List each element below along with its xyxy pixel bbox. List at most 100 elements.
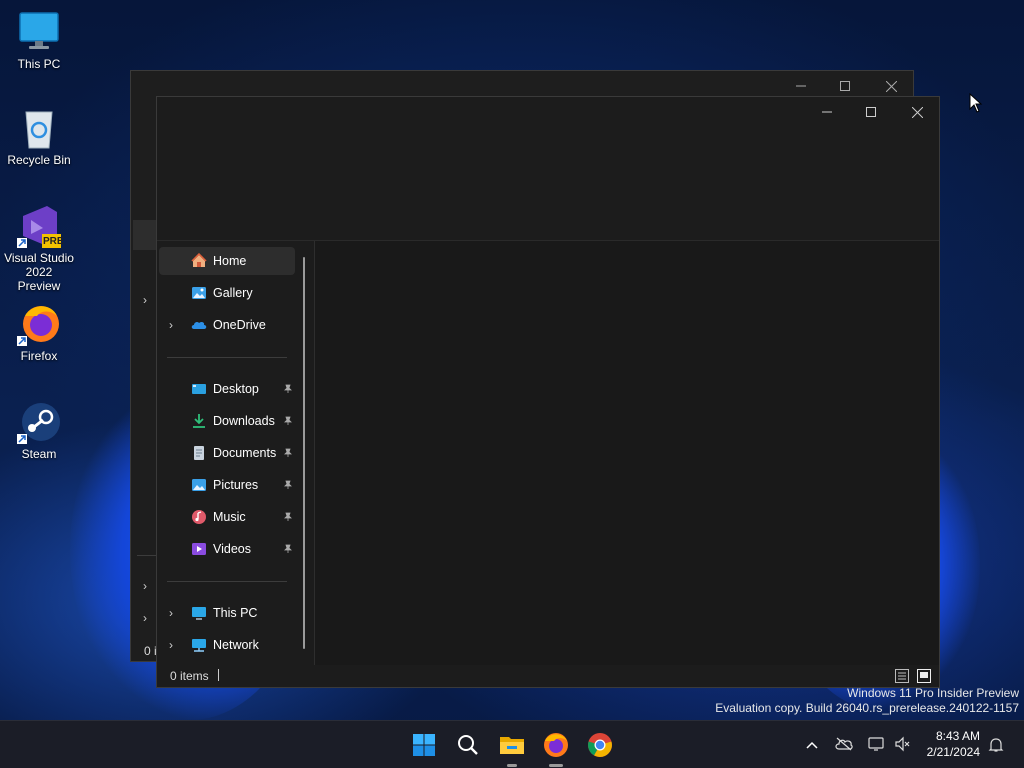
close-icon [911,106,923,118]
nav-item-label: Network [213,638,259,652]
notification-bell-icon[interactable] [988,737,1004,753]
nav-item-label: Videos [213,542,251,556]
taskbar-firefox[interactable] [540,729,572,767]
item-count: 0 items [170,669,209,683]
minimize-icon [796,85,806,87]
nav-item-gallery[interactable]: Gallery [159,279,295,307]
nav-item-onedrive[interactable]: › OneDrive [159,311,295,339]
volume-muted-icon[interactable] [894,736,910,752]
file-explorer-icon [500,737,524,754]
pin-icon[interactable] [283,448,293,458]
clock-time: 8:43 AM [935,729,980,743]
large-icons-view-icon[interactable] [917,669,931,683]
nav-item-videos[interactable]: Videos [159,535,295,563]
desktop-icon-recycle-bin[interactable]: Recycle Bin [4,106,74,167]
monitor-icon [17,10,61,54]
documents-icon [194,446,204,460]
maximize-icon [840,81,850,91]
chevron-right-icon[interactable]: › [143,293,147,307]
pin-icon[interactable] [283,480,293,490]
firefox-icon [17,302,61,346]
desktop-icon-label-line2: 2022 Preview [17,265,61,293]
pin-icon[interactable] [283,544,293,554]
desktop-icon-visual-studio[interactable]: PRE Visual Studio 2022 Preview [4,204,74,293]
nav-item-desktop[interactable]: Desktop [159,375,295,403]
nav-item-music[interactable]: Music [159,503,295,531]
nav-item-this-pc[interactable]: › This PC [159,599,295,627]
nav-item-label: Documents [213,446,277,460]
nav-separator [167,581,287,582]
chrome-icon [588,733,612,757]
toolbar-area [157,127,939,240]
nav-item-label: Downloads [213,414,275,428]
nav-item-label: Home [213,254,247,268]
nav-item-pictures[interactable]: Pictures [159,471,295,499]
close-button[interactable] [895,99,939,125]
pin-icon[interactable] [283,384,293,394]
start-button[interactable] [408,729,440,761]
desktop-icon-this-pc[interactable]: This PC [4,10,74,71]
gallery-icon [192,287,206,299]
pre-badge: PRE [43,236,64,247]
nav-item-label: Pictures [213,478,259,492]
nav-scrollbar[interactable] [303,257,305,649]
chevron-right-icon[interactable]: › [169,607,179,619]
pictures-icon [192,479,206,491]
back-window-selected-row [133,220,157,250]
watermark-line2: Evaluation copy. Build 26040.rs_prerelea… [715,701,1019,715]
start-icon [413,734,435,756]
clock[interactable]: 8:43 AM 2/21/2024 [918,728,980,760]
taskbar-chrome[interactable] [584,729,616,761]
maximize-icon [866,107,876,117]
search-button[interactable] [452,729,484,761]
music-icon [192,510,206,524]
nav-item-label: This PC [213,606,258,620]
nav-separator [167,357,287,358]
chevron-right-icon[interactable]: › [169,319,179,331]
onedrive-offline-icon[interactable] [835,737,853,751]
home-icon [191,253,207,267]
nav-item-documents[interactable]: Documents [159,439,295,467]
nav-item-label: Gallery [213,286,253,300]
navigation-pane[interactable]: Home Gallery › OneDrive Desktop Download… [157,245,315,665]
visual-studio-icon: PRE [17,204,65,248]
nav-item-label: OneDrive [213,318,266,332]
pin-icon[interactable] [283,416,293,426]
close-icon [885,80,897,92]
chevron-up-icon[interactable] [806,740,818,750]
taskbar-file-explorer[interactable] [496,729,528,767]
back-window-divider [137,555,157,556]
desktop-icon-steam[interactable]: Steam [4,400,74,461]
nav-item-home[interactable]: Home [159,247,295,275]
this-pc-icon [192,607,206,620]
desktop-icon-label-line1: Visual Studio [4,251,74,265]
minimize-icon [822,111,832,113]
pin-icon[interactable] [283,512,293,522]
desktop-icon-label: Firefox [20,349,58,363]
maximize-button[interactable] [849,99,893,125]
desktop-icon-label: Recycle Bin [7,153,71,167]
explorer-window[interactable]: Home Gallery › OneDrive Desktop Download… [156,96,940,688]
nav-item-downloads[interactable]: Downloads [159,407,295,435]
videos-icon [192,543,206,555]
nav-item-network[interactable]: › Network [159,631,295,659]
running-indicator [549,764,563,767]
steam-icon [17,400,61,444]
chevron-right-icon[interactable]: › [143,579,147,593]
chevron-right-icon[interactable]: › [143,611,147,625]
network-icon [192,639,206,652]
back-window-status: 0 i [144,644,157,658]
status-bar: 0 items [157,665,939,687]
minimize-button[interactable] [805,99,849,125]
firefox-icon [544,733,568,757]
chevron-right-icon[interactable]: › [169,639,179,651]
network-status-icon[interactable] [868,736,886,752]
taskbar: 8:43 AM 2/21/2024 [0,720,1024,768]
desktop-icon-firefox[interactable]: Firefox [4,302,74,363]
desktop-icon-label: This PC [17,57,61,71]
desktop-icon-label: Steam [21,447,57,461]
content-pane[interactable] [315,241,939,665]
downloads-icon [193,414,205,428]
clock-date: 2/21/2024 [926,745,980,759]
details-view-icon[interactable] [895,669,909,683]
